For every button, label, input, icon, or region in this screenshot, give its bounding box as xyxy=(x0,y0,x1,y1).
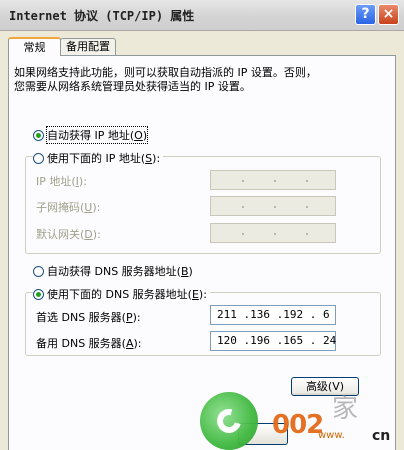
subnet-mask-label: 子网掩码(U): xyxy=(36,201,101,214)
watermark-brand: 002 xyxy=(272,410,324,440)
label-text: 自动获得 DNS 服务器地址( xyxy=(47,265,181,278)
label-tail: ): xyxy=(198,288,207,301)
radio-manual-dns-label: 使用下面的 DNS 服务器地址(E): xyxy=(47,286,207,302)
radio-selected-dot xyxy=(36,132,41,138)
radio-button[interactable] xyxy=(33,288,44,300)
radio-auto-dns[interactable]: 自动获得 DNS 服务器地址(B) xyxy=(33,263,193,279)
radio-manual-dns[interactable]: 使用下面的 DNS 服务器地址(E): xyxy=(33,286,210,302)
accelerator-key: O xyxy=(134,129,143,142)
ip-address-label: IP 地址(I): xyxy=(36,175,87,188)
radio-button[interactable] xyxy=(33,129,44,141)
help-button[interactable]: ? xyxy=(355,4,376,25)
radio-manual-ip[interactable]: 使用下面的 IP 地址(S): xyxy=(33,150,164,166)
window-title: Internet 协议 (TCP/IP) 属性 xyxy=(9,9,195,23)
tab-alternate-config[interactable]: 备用配置 xyxy=(60,38,116,55)
radio-auto-ip[interactable]: 自动获得 IP 地址(O) xyxy=(33,126,149,144)
tab-general[interactable]: 常规 xyxy=(8,37,61,56)
label-text: 自动获得 IP 地址( xyxy=(47,129,135,142)
watermark-cn: cn xyxy=(372,428,391,444)
label-text: 使用下面的 DNS 服务器地址( xyxy=(47,288,192,301)
alternate-dns-input[interactable]: 120 .196 .165 . 24 xyxy=(210,331,336,351)
radio-auto-ip-label: 自动获得 IP 地址(O) xyxy=(45,126,149,144)
title-bar[interactable]: Internet 协议 (TCP/IP) 属性 ? × xyxy=(0,0,404,31)
label-text: 使用下面的 IP 地址( xyxy=(47,152,146,165)
label-tail: ) xyxy=(142,129,148,142)
watermark-jia: 家 xyxy=(332,394,359,424)
radio-manual-ip-label: 使用下面的 IP 地址(S): xyxy=(47,150,160,166)
preferred-dns-label: 首选 DNS 服务器(P): xyxy=(36,311,141,324)
accelerator-key: B xyxy=(180,265,189,278)
radio-button[interactable] xyxy=(33,152,44,164)
preferred-dns-input[interactable]: 211 .136 .192 . 6 xyxy=(210,305,336,325)
description-line-2: 您需要从网络系统管理员处获得适当的 IP 设置。 xyxy=(14,80,251,93)
alternate-dns-label: 备用 DNS 服务器(A): xyxy=(36,337,142,350)
default-gateway-label: 默认网关(D): xyxy=(36,228,101,241)
close-button[interactable]: × xyxy=(378,4,399,25)
description-text: 如果网络支持此功能，则可以获取自动指派的 IP 设置。否则， 您需要从网络系统管… xyxy=(14,66,317,94)
radio-auto-dns-label: 自动获得 DNS 服务器地址(B) xyxy=(47,263,193,279)
label-tail: ): xyxy=(152,152,161,165)
radio-button[interactable] xyxy=(33,265,44,277)
accelerator-key: E xyxy=(191,288,199,301)
ip-address-input[interactable] xyxy=(210,170,336,190)
description-line-1: 如果网络支持此功能，则可以获取自动指派的 IP 设置。否则， xyxy=(14,66,317,79)
radio-selected-dot xyxy=(36,291,41,297)
subnet-mask-input[interactable] xyxy=(210,196,336,216)
watermark-url: www. xyxy=(318,430,345,441)
label-tail: ) xyxy=(188,265,193,278)
default-gateway-input[interactable] xyxy=(210,223,336,243)
